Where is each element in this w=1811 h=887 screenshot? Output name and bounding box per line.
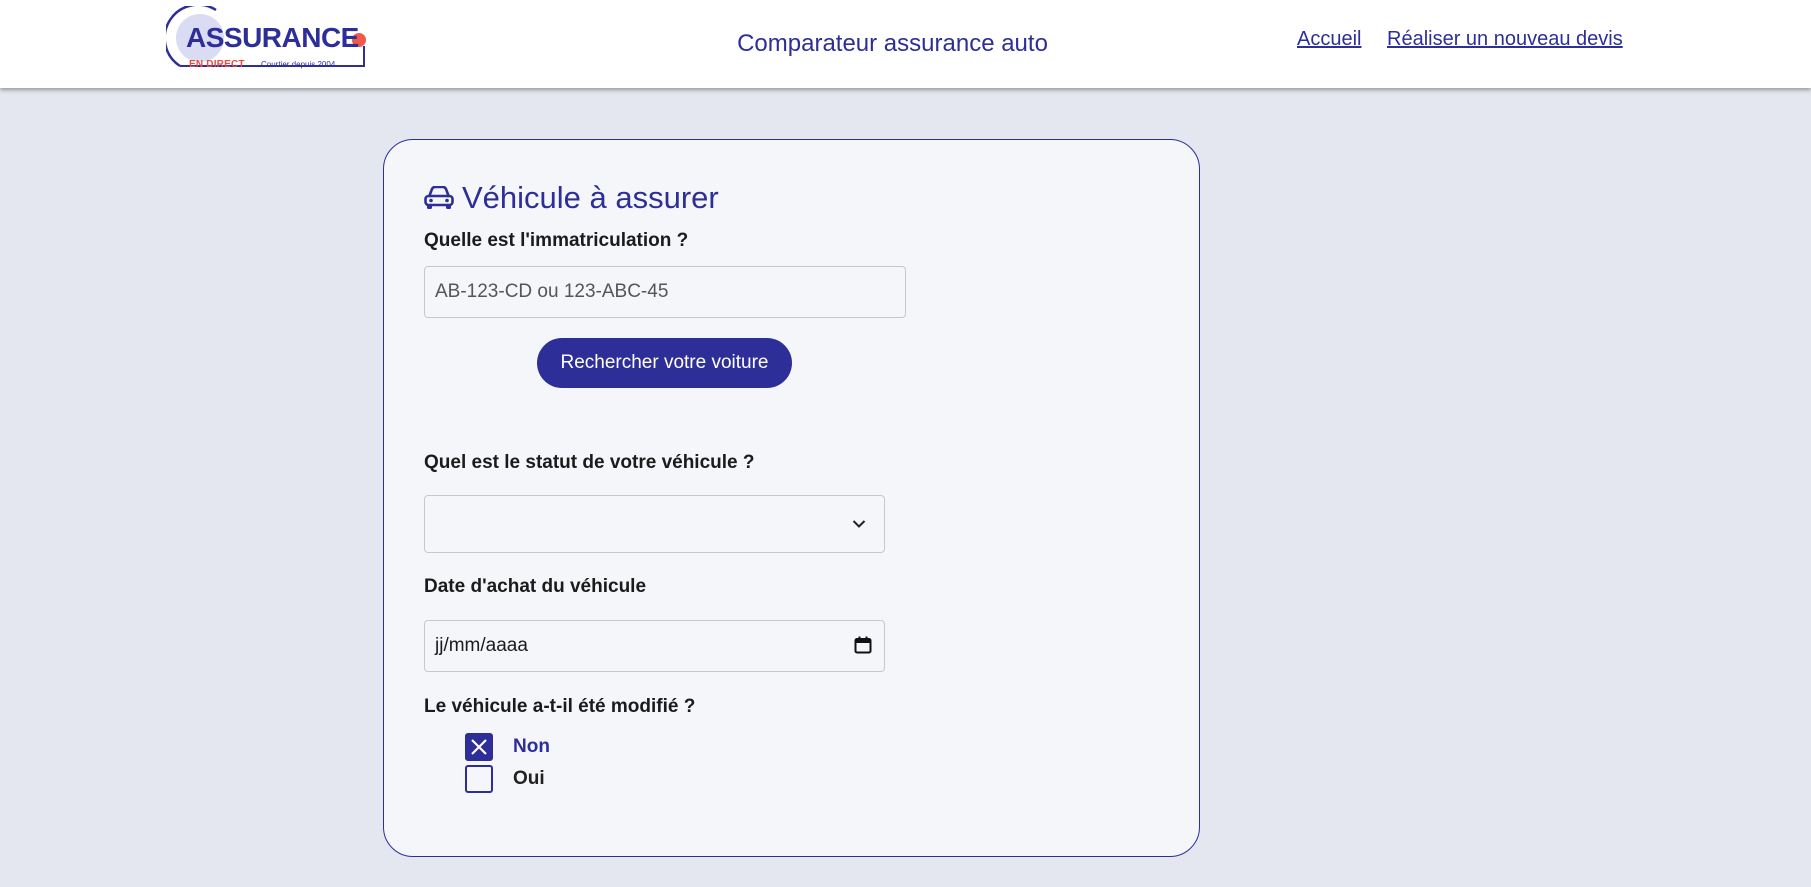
plate-label: Quelle est l'immatriculation ? — [424, 230, 689, 251]
plate-input[interactable]: AB-123-CD ou 123-ABC-45 — [424, 266, 906, 318]
nav-new-quote-link[interactable]: Réaliser un nouveau devis — [1387, 28, 1623, 51]
checkbox-oui[interactable] — [465, 765, 493, 793]
section-title-text: Véhicule à assurer — [462, 180, 719, 215]
site-header: ASSURANCE EN DIRECT Courtier depuis 2004… — [0, 0, 1811, 88]
logo-since: Courtier depuis 2004 — [261, 60, 336, 69]
search-car-button[interactable]: Rechercher votre voiture — [537, 338, 792, 388]
logo-tagline: EN DIRECT — [189, 59, 245, 70]
section-title: Véhicule à assurer — [424, 180, 719, 216]
nav-home-link[interactable]: Accueil — [1297, 28, 1361, 51]
purchase-date-input[interactable]: jj/mm/aaaa — [424, 620, 885, 672]
car-icon — [424, 186, 454, 210]
status-label: Quel est le statut de votre véhicule ? — [424, 452, 755, 473]
modified-label: Le véhicule a-t-il été modifié ? — [424, 696, 696, 717]
calendar-icon[interactable] — [854, 636, 872, 660]
checkbox-non[interactable] — [465, 733, 493, 761]
plate-placeholder: AB-123-CD ou 123-ABC-45 — [435, 281, 669, 302]
date-placeholder: jj/mm/aaaa — [435, 635, 528, 656]
brand-logo[interactable]: ASSURANCE EN DIRECT Courtier depuis 2004 — [166, 6, 372, 74]
modified-option-non[interactable]: Non — [465, 733, 550, 761]
status-select[interactable] — [424, 495, 885, 553]
option-label-oui: Oui — [513, 768, 545, 789]
chevron-down-icon — [852, 516, 866, 534]
page-title: Comparateur assurance auto — [737, 30, 1048, 57]
logo-word: ASSURANCE — [186, 22, 359, 53]
modified-option-oui[interactable]: Oui — [465, 765, 545, 793]
vehicle-form-card: Véhicule à assurer Quelle est l'immatric… — [383, 139, 1200, 857]
purchase-date-label: Date d'achat du véhicule — [424, 576, 647, 597]
option-label-non: Non — [513, 736, 550, 757]
close-icon — [471, 739, 487, 755]
